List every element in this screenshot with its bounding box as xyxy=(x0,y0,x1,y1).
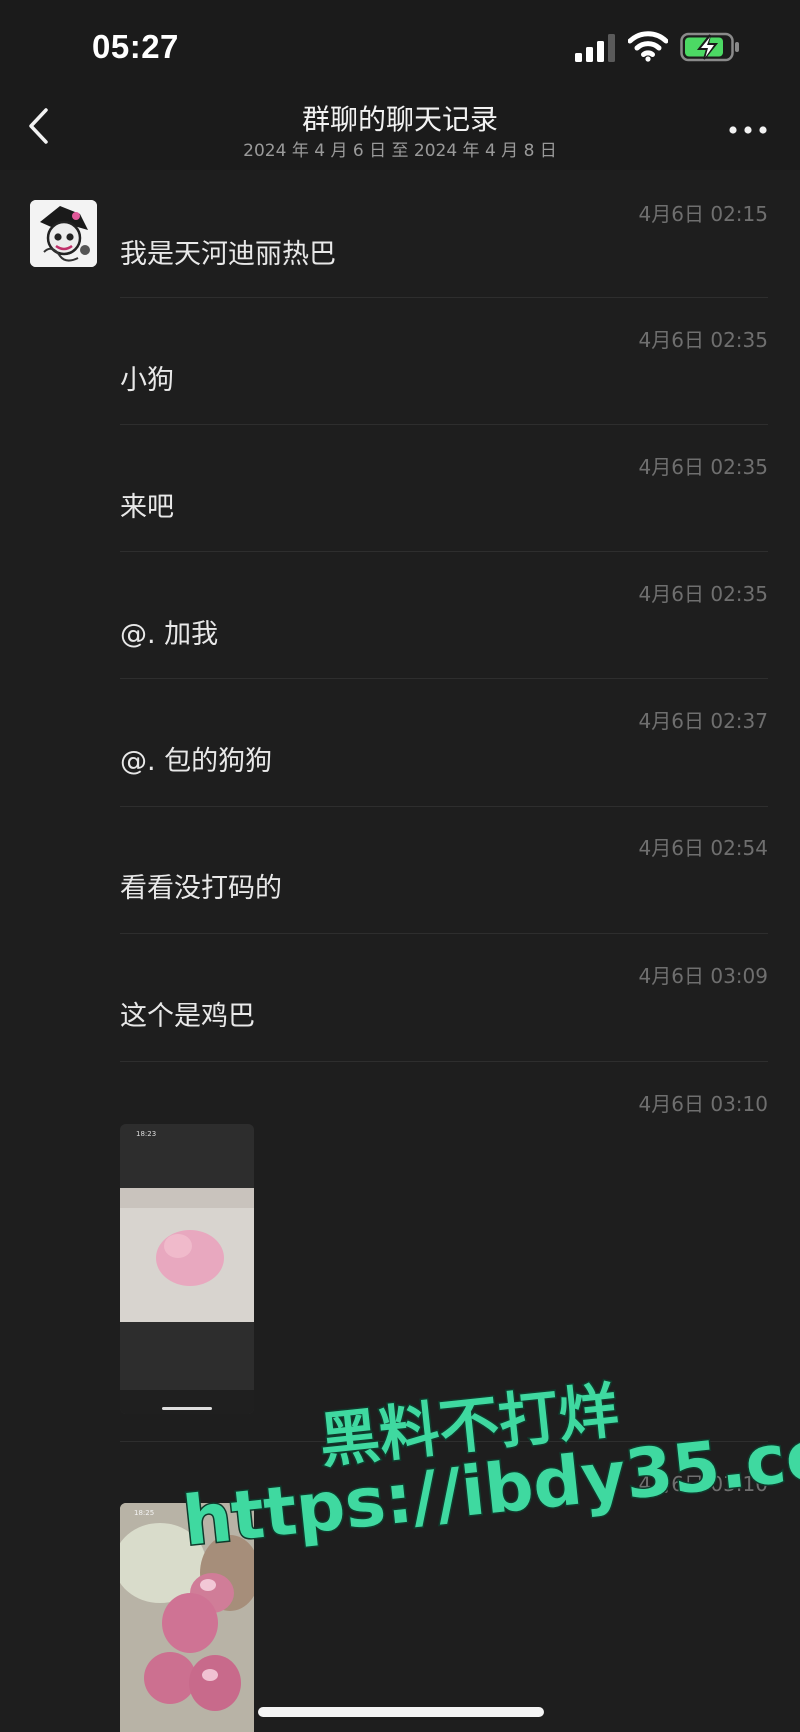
sender-avatar[interactable] xyxy=(30,200,97,267)
chat-message[interactable]: 4月6日 02:35 小狗 xyxy=(120,324,768,396)
chat-message[interactable]: 4月6日 02:35 @. 加我 xyxy=(120,578,768,650)
chat-message[interactable]: 4月6日 02:54 看看没打码的 xyxy=(120,832,768,904)
message-divider xyxy=(120,1441,768,1442)
chat-message[interactable]: 4月6日 03:10 xyxy=(120,1088,768,1118)
message-timestamp: 4月6日 02:15 xyxy=(638,202,768,226)
message-timestamp: 4月6日 03:09 xyxy=(638,964,768,988)
message-text: 这个是鸡巴 xyxy=(120,1001,255,1032)
chat-message[interactable]: 4月6日 02:37 @. 包的狗狗 xyxy=(120,705,768,777)
message-text: @. 加我 xyxy=(120,619,219,650)
chat-history-list[interactable]: 4月6日 02:15 我是天河迪丽热巴 4月6日 02:35 小狗 4月6日 0… xyxy=(0,170,800,1732)
date-range-subtitle: 2024 年 4 月 6 日 至 2024 年 4 月 8 日 xyxy=(243,141,557,161)
chat-message[interactable]: 4月6日 02:15 我是天河迪丽热巴 xyxy=(120,198,768,270)
message-timestamp: 4月6日 02:35 xyxy=(638,455,768,479)
message-divider xyxy=(120,678,768,679)
status-bar: 05:27 xyxy=(0,0,800,92)
message-divider xyxy=(120,424,768,425)
message-text: 看看没打码的 xyxy=(120,873,282,904)
chat-message[interactable]: 4月6日 02:35 来吧 xyxy=(120,451,768,523)
image-thumbnail[interactable]: 18:23 xyxy=(120,1124,254,1414)
message-divider xyxy=(120,806,768,807)
message-divider xyxy=(120,297,768,298)
image-thumbnail[interactable]: 18:25 xyxy=(120,1503,254,1732)
chat-message[interactable]: 4月6日 03:09 这个是鸡巴 xyxy=(120,960,768,1032)
cellular-signal-icon xyxy=(575,34,615,62)
thumbnail-status-time: 18:25 xyxy=(134,1509,154,1517)
home-indicator[interactable] xyxy=(258,1707,544,1717)
message-timestamp: 4月6日 02:35 xyxy=(638,328,768,352)
message-timestamp: 4月6日 03:10 xyxy=(638,1472,768,1496)
message-text: 我是天河迪丽热巴 xyxy=(120,239,336,270)
chat-message[interactable]: 4月6日 03:10 xyxy=(120,1468,768,1498)
message-text: @. 包的狗狗 xyxy=(120,746,273,777)
message-text: 小狗 xyxy=(120,365,174,396)
battery-charging-icon xyxy=(680,32,739,62)
message-text: 来吧 xyxy=(120,492,174,523)
message-timestamp: 4月6日 03:10 xyxy=(638,1092,768,1116)
thumbnail-status-time: 18:23 xyxy=(136,1130,156,1138)
page-title: 群聊的聊天记录 xyxy=(301,103,498,136)
message-divider xyxy=(120,933,768,934)
status-time: 05:27 xyxy=(92,28,179,65)
message-divider xyxy=(120,551,768,552)
more-options-icon[interactable] xyxy=(728,125,768,135)
navigation-bar: 群聊的聊天记录 2024 年 4 月 6 日 至 2024 年 4 月 8 日 xyxy=(0,92,800,170)
message-timestamp: 4月6日 02:35 xyxy=(638,582,768,606)
message-timestamp: 4月6日 02:54 xyxy=(638,836,768,860)
wifi-icon xyxy=(628,31,668,62)
message-timestamp: 4月6日 02:37 xyxy=(638,709,768,733)
message-divider xyxy=(120,1061,768,1062)
